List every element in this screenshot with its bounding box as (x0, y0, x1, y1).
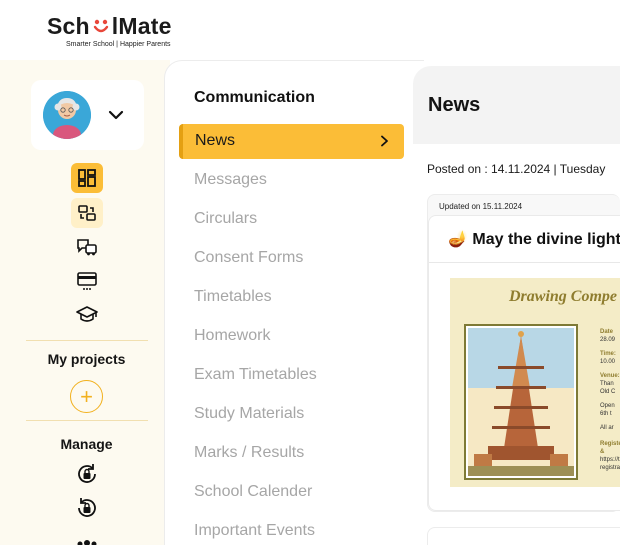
temple-drawing (464, 324, 578, 480)
menu-item-homework[interactable]: Homework (194, 327, 270, 345)
top-header: Sch lMate Smarter School | Happier Parent… (0, 0, 620, 60)
news-poster-image[interactable]: Drawing Compe Date 28.09 Time: 10.00 Ven… (450, 278, 620, 487)
schoolmate-logo[interactable]: Sch lMate Smarter School | Happier Parent… (47, 12, 172, 49)
card-divider (429, 262, 620, 263)
news-content: Posted on : 14.11.2024 | Tuesday Updated… (413, 144, 620, 545)
menu-item-label: News (195, 132, 236, 149)
news-panel: News Posted on : 14.11.2024 | Tuesday Up… (413, 66, 620, 545)
menu-item-school-calender[interactable]: School Calender (194, 483, 312, 501)
menu-item-timetables[interactable]: Timetables (194, 288, 272, 306)
lock-reset-icon[interactable] (71, 493, 103, 523)
poster-title: Drawing Compe (509, 288, 618, 305)
lock-reset-icon[interactable] (71, 459, 103, 489)
menu-item-exam-timetables[interactable]: Exam Timetables (194, 366, 317, 384)
communication-title: Communication (194, 89, 315, 106)
temple-illustration-icon (468, 328, 574, 476)
menu-item-study-materials[interactable]: Study Materials (194, 405, 304, 423)
logo-tagline: Smarter School | Happier Parents (66, 41, 171, 48)
news-post[interactable]: Updated on 15.11.2024 🪔 May the divine l… (427, 194, 620, 512)
smiley-face-icon (93, 19, 108, 33)
profile-switcher[interactable] (31, 80, 144, 150)
news-card-title: 🪔 May the divine light (448, 231, 620, 248)
transport-icon[interactable] (71, 232, 103, 262)
posted-date: Posted on : 14.11.2024 | Tuesday (427, 162, 606, 176)
menu-item-marks-results[interactable]: Marks / Results (194, 444, 304, 462)
graduation-cap-icon[interactable] (71, 300, 103, 330)
next-news-post[interactable] (427, 527, 620, 545)
swap-icon[interactable] (71, 198, 103, 228)
news-card[interactable]: 🪔 May the divine light Drawing Compe Dat… (428, 215, 620, 511)
chevron-down-icon[interactable] (107, 106, 125, 124)
menu-item-consent-forms[interactable]: Consent Forms (194, 249, 303, 267)
dashboard-icon[interactable] (71, 163, 103, 193)
payment-card-icon[interactable] (71, 266, 103, 296)
manage-heading: Manage (60, 436, 113, 452)
sidebar-divider (26, 420, 148, 421)
grandmother-avatar-icon (43, 91, 91, 139)
menu-item-news[interactable]: News (179, 124, 404, 159)
news-title: News (428, 94, 481, 116)
sidebar-divider (26, 340, 148, 341)
left-sidebar: My projects + Manage (0, 60, 170, 545)
menu-item-circulars[interactable]: Circulars (194, 210, 257, 228)
communication-panel: Communication News Messages Circulars Co… (164, 60, 424, 545)
avatar (43, 91, 91, 139)
logo-wordmark: Sch lMate (47, 13, 172, 39)
menu-item-messages[interactable]: Messages (194, 171, 267, 189)
poster-details: Date 28.09 Time: 10.00 Venue: Than Old C… (600, 329, 620, 471)
updated-date: Updated on 15.11.2024 (439, 202, 523, 211)
menu-item-important-events[interactable]: Important Events (194, 522, 315, 540)
app-window: Sch lMate Smarter School | Happier Parent… (0, 0, 620, 545)
chevron-right-icon (381, 135, 388, 147)
my-projects-heading: My projects (47, 351, 126, 367)
users-icon[interactable] (71, 528, 103, 545)
add-project-button[interactable]: + (70, 380, 103, 413)
